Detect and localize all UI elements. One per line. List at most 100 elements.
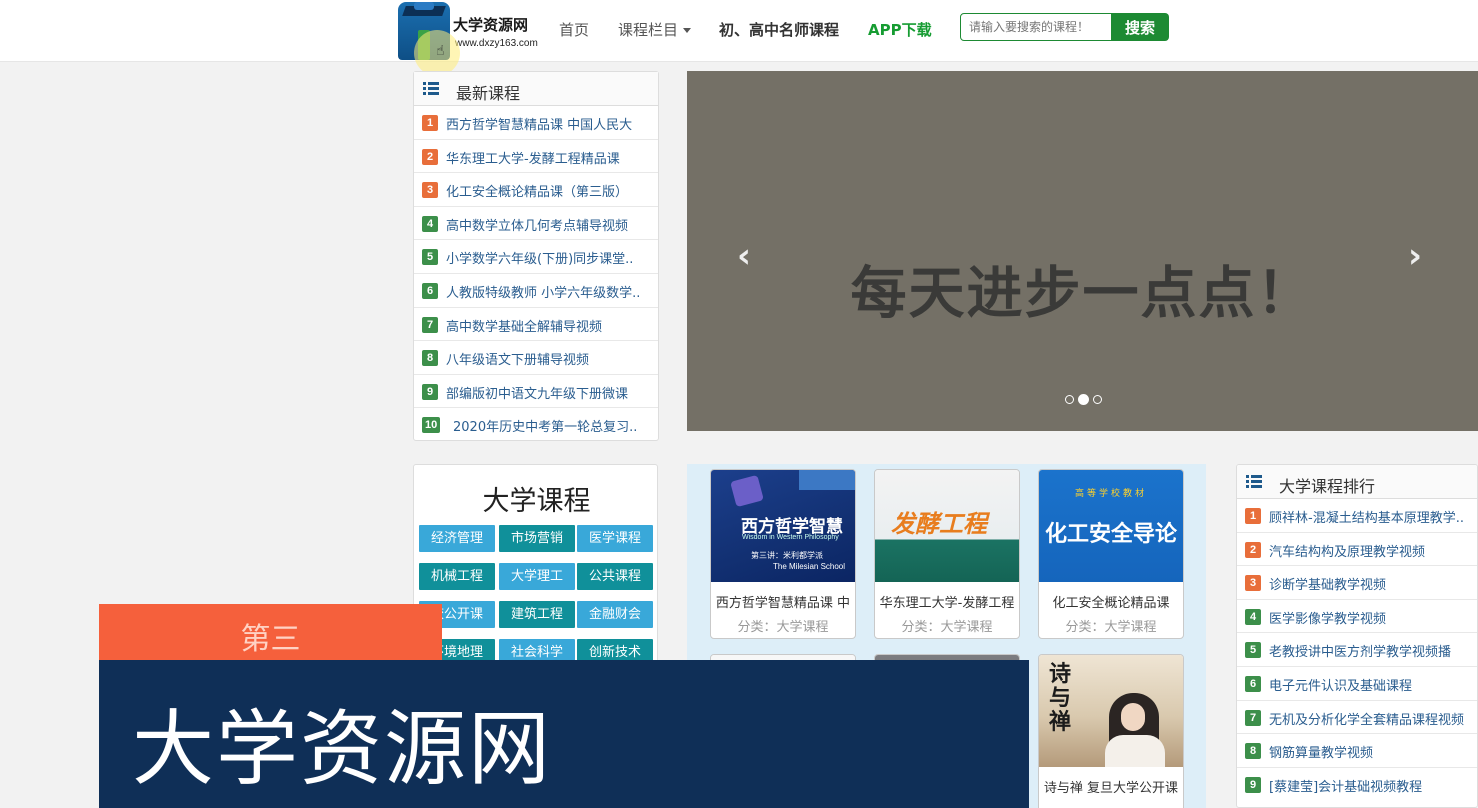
carousel-indicators <box>1065 389 1106 405</box>
latest-courses-list: 1 西方哲学智慧精品课 中国人民大 2 华东理工大学-发酵工程精品课 3 化工安全概论… <box>414 106 658 442</box>
caret-down-icon <box>683 28 692 33</box>
course-card[interactable]: 西方哲学智慧 Wisdom in Western Philosophy 第三讲：… <box>710 469 856 639</box>
course-card[interactable]: 高等学校教材 化工安全导论 化工安全概论精品课 分类：大学课程 <box>1038 469 1184 639</box>
search-button[interactable]: 搜索 <box>1111 13 1169 41</box>
categories-title: 大学课程 <box>482 486 591 517</box>
rank-badge: 2 <box>1245 541 1261 558</box>
course-link[interactable]: 老教授讲中医方剂学教学视频播 <box>1269 641 1451 660</box>
nav-course-columns-label: 课程栏目 <box>618 21 679 39</box>
category-button[interactable]: 公共课程 <box>577 563 653 590</box>
course-title[interactable]: 华东理工大学-发酵工程 <box>875 592 1019 611</box>
category-button[interactable]: 金融财会 <box>577 601 653 628</box>
list-item[interactable]: 3 化工安全概论精品课（第三版） <box>414 173 658 207</box>
carousel-dot[interactable] <box>1065 395 1074 404</box>
overlay-tag-text: 第三 <box>240 622 301 657</box>
course-cover-image: 发酵工程 <box>875 470 1019 582</box>
category-button[interactable]: 建筑工程 <box>499 601 575 628</box>
carousel-next-arrow-icon[interactable]: › <box>1408 239 1422 273</box>
rank-badge: 8 <box>422 350 438 367</box>
panel-header: 最新课程 <box>414 72 658 106</box>
rank-badge: 1 <box>422 115 438 131</box>
course-link[interactable]: 诊断学基础教学视频 <box>1269 574 1386 593</box>
list-item[interactable]: 3 诊断学基础教学视频 <box>1237 566 1477 600</box>
panel-title: 大学课程排行 <box>1279 477 1376 496</box>
list-item[interactable]: 1 西方哲学智慧精品课 中国人民大 <box>414 106 658 140</box>
rank-badge: 4 <box>1245 608 1261 625</box>
list-item[interactable]: 4 高中数学立体几何考点辅导视频 <box>414 207 658 241</box>
nav-famous-teachers[interactable]: 初、高中名师课程 <box>719 19 839 40</box>
list-item[interactable]: 9 [蔡建莹]会计基础视频教程 <box>1237 768 1477 802</box>
course-link[interactable]: 高中数学基础全解辅导视频 <box>446 316 602 335</box>
course-link[interactable]: 华东理工大学-发酵工程精品课 <box>446 148 620 167</box>
course-link[interactable]: 汽车结构构及原理教学视频 <box>1269 541 1425 560</box>
course-link[interactable]: 高中数学立体几何考点辅导视频 <box>446 215 628 234</box>
course-link[interactable]: 人教版特级教师 小学六年级数学.. <box>446 282 640 301</box>
course-link[interactable]: 电子元件认识及基础课程 <box>1269 675 1412 694</box>
university-rank-list: 1 顾祥林-混凝土结构基本原理教学.. 2 汽车结构构及原理教学视频 3 诊断学基础教… <box>1237 499 1477 801</box>
carousel-prev-arrow-icon[interactable]: ‹ <box>737 239 751 273</box>
course-link[interactable]: 小学数学六年级(下册)同步课堂.. <box>446 248 633 267</box>
rank-badge: 7 <box>422 316 438 333</box>
category-button[interactable]: 市场营销 <box>499 525 575 552</box>
panel-title: 最新课程 <box>456 84 521 103</box>
list-item[interactable]: 2 华东理工大学-发酵工程精品课 <box>414 140 658 174</box>
list-item[interactable]: 8 八年级语文下册辅导视频 <box>414 341 658 375</box>
list-item[interactable]: 5 老教授讲中医方剂学教学视频播 <box>1237 633 1477 667</box>
course-category: 分类：大学课程 <box>737 620 829 635</box>
course-link[interactable]: 无机及分析化学全套精品课程视频 <box>1269 709 1464 728</box>
list-icon <box>1246 475 1262 488</box>
overlay-title-banner: 大学资源网 <box>99 660 1029 808</box>
course-link[interactable]: 八年级语文下册辅导视频 <box>446 349 589 368</box>
logo-title: 大学资源网 <box>453 16 529 34</box>
hand-cursor-icon: ☝ <box>436 43 445 59</box>
list-item[interactable]: 2 汽车结构构及原理教学视频 <box>1237 533 1477 567</box>
rank-badge: 10 <box>422 417 441 434</box>
list-item[interactable]: 7 无机及分析化学全套精品课程视频 <box>1237 701 1477 735</box>
rank-badge: 3 <box>422 182 438 199</box>
list-item[interactable]: 6 电子元件认识及基础课程 <box>1237 667 1477 701</box>
category-button[interactable]: 经济管理 <box>419 525 495 552</box>
rank-badge: 9 <box>1245 776 1261 793</box>
list-item[interactable]: 4 医学影像学教学视频 <box>1237 600 1477 634</box>
course-cover-image: 西方哲学智慧 Wisdom in Western Philosophy 第三讲：… <box>711 470 855 582</box>
list-item[interactable]: 9 部编版初中语文九年级下册微课 <box>414 375 658 409</box>
carousel-dot-active[interactable] <box>1078 394 1089 405</box>
panel-header: 大学课程排行 <box>1237 465 1477 499</box>
list-item[interactable]: 5 小学数学六年级(下册)同步课堂.. <box>414 240 658 274</box>
course-title[interactable]: 诗与禅 复旦大学公开课 <box>1039 777 1183 796</box>
list-item[interactable]: 6 人教版特级教师 小学六年级数学.. <box>414 274 658 308</box>
university-rank-panel: 大学课程排行 1 顾祥林-混凝土结构基本原理教学.. 2 汽车结构构及原理教学视频 … <box>1236 464 1478 808</box>
course-link[interactable]: 西方哲学智慧精品课 中国人民大 <box>446 114 632 133</box>
course-link[interactable]: 部编版初中语文九年级下册微课 <box>446 383 628 402</box>
nav-app-download[interactable]: APP下载 <box>868 19 932 40</box>
nav-course-columns[interactable]: 课程栏目 <box>618 19 692 40</box>
list-item[interactable]: 7 高中数学基础全解辅导视频 <box>414 308 658 342</box>
course-card[interactable]: 发酵工程 华东理工大学-发酵工程 分类：大学课程 <box>874 469 1020 639</box>
rank-badge: 4 <box>422 215 438 232</box>
carousel-dot[interactable] <box>1093 395 1102 404</box>
course-link[interactable]: 2020年历史中考第一轮总复习.. <box>453 416 637 435</box>
course-title[interactable]: 西方哲学智慧精品课 中 <box>711 592 855 611</box>
rank-badge: 6 <box>1245 675 1261 692</box>
category-button[interactable]: 机械工程 <box>419 563 495 590</box>
category-button[interactable]: 医学课程 <box>577 525 653 552</box>
course-link[interactable]: 医学影像学教学视频 <box>1269 608 1386 627</box>
category-button[interactable]: 大学理工 <box>499 563 575 590</box>
search-input[interactable] <box>960 13 1112 41</box>
course-link[interactable]: [蔡建莹]会计基础视频教程 <box>1269 776 1422 795</box>
cover-lecture-en: The Milesian School <box>773 562 846 571</box>
course-link[interactable]: 化工安全概论精品课（第三版） <box>446 181 628 200</box>
cover-title: 发酵工程 <box>891 510 987 538</box>
course-title[interactable]: 化工安全概论精品课 <box>1039 592 1183 611</box>
list-item[interactable]: 8 钢筋算量教学视频 <box>1237 734 1477 768</box>
course-card[interactable]: 诗与禅 诗与禅 复旦大学公开课 <box>1038 654 1184 808</box>
nav-home[interactable]: 首页 <box>559 19 589 40</box>
course-link[interactable]: 顾祥林-混凝土结构基本原理教学.. <box>1269 507 1464 526</box>
cover-series: 高等学校教材 <box>1074 489 1147 499</box>
rank-badge: 5 <box>422 249 438 266</box>
course-link[interactable]: 钢筋算量教学视频 <box>1269 742 1373 761</box>
rank-badge: 8 <box>1245 743 1261 760</box>
list-item[interactable]: 10 2020年历史中考第一轮总复习.. <box>414 408 658 442</box>
cover-lecture: 第三讲：米利都学派 <box>751 551 823 560</box>
list-item[interactable]: 1 顾祥林-混凝土结构基本原理教学.. <box>1237 499 1477 533</box>
